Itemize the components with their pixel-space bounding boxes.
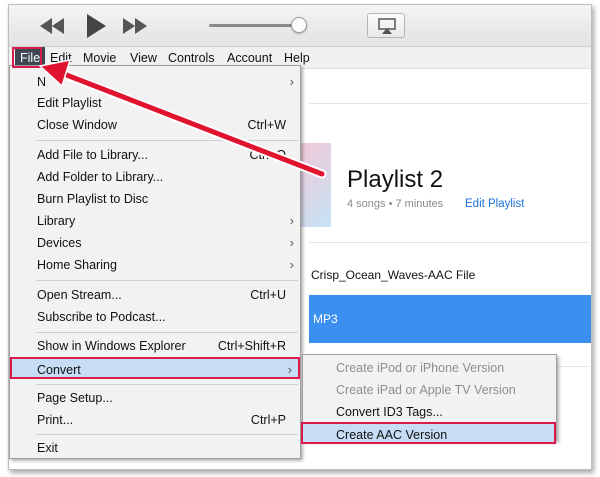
menu-item-label: Edit Playlist [37,96,102,110]
menu-item-convert[interactable]: Convert › [10,357,300,379]
airplay-icon [378,18,396,34]
fast-forward-icon[interactable] [122,18,148,34]
menu-item-library[interactable]: Library › [10,210,300,232]
menu-item-label: Devices [37,236,82,250]
menu-item-create-ipad-version: Create iPad or Apple TV Version [303,379,556,401]
menu-item-label: Subscribe to Podcast... [37,310,166,324]
menu-item-burn-playlist[interactable]: Burn Playlist to Disc [10,188,300,210]
convert-submenu: Create iPod or iPhone Version Create iPa… [301,354,557,444]
menu-item-label: Library [37,214,76,228]
file-menu-dropdown: N › Edit Playlist Close Window Ctrl+W Ad… [9,65,301,459]
airplay-button[interactable] [367,13,405,38]
chevron-right-icon: › [289,213,294,228]
menu-separator [36,280,298,281]
menu-item-subscribe-podcast[interactable]: Subscribe to Podcast... [10,306,300,328]
divider [309,242,589,243]
play-icon[interactable] [85,13,107,39]
playlist-meta: 4 songs • 7 minutes [347,198,444,210]
menu-item-page-setup[interactable]: Page Setup... [10,387,300,409]
menu-item-label: Close Window [37,118,117,132]
menu-item-shortcut: Ctrl+Shift+R [217,339,286,353]
menu-item-label: Open Stream... [37,288,122,302]
menu-item-devices[interactable]: Devices › [10,232,300,254]
menu-item-label: Home Sharing [37,258,117,272]
menu-item-label: Convert ID3 Tags... [336,405,443,419]
selected-track-label: MP3 [313,312,338,326]
menu-item-create-ipod-version: Create iPod or iPhone Version [303,357,556,379]
menu-item-label: Convert [37,363,81,377]
menu-item-exit[interactable]: Exit [10,437,300,459]
chevron-right-icon: › [287,362,292,377]
menu-separator [36,434,298,435]
menu-item-label: Add File to Library... [37,148,148,162]
rewind-icon[interactable] [39,18,65,34]
menu-item-label: Create iPad or Apple TV Version [336,383,516,397]
menu-item-shortcut: Ctrl+U [250,288,286,302]
menu-item-shortcut: Ctrl+O [249,148,286,162]
volume-slider-track[interactable] [209,24,304,27]
menu-item-label: Show in Windows Explorer [37,339,186,353]
menu-item-new[interactable]: N › [10,71,300,93]
edit-playlist-link[interactable]: Edit Playlist [465,198,524,210]
menu-item-shortcut: Ctrl+P [250,413,286,427]
chevron-right-icon: › [289,235,294,250]
menu-item-add-file[interactable]: Add File to Library... Ctrl+O [10,144,300,166]
chevron-right-icon: › [289,74,294,89]
transport-bar [9,5,591,47]
menu-item-open-stream[interactable]: Open Stream... Ctrl+U [10,284,300,306]
menu-item-close-window[interactable]: Close Window Ctrl+W [10,114,300,136]
divider [309,103,589,104]
menu-item-print[interactable]: Print... Ctrl+P [10,409,300,431]
menu-item-label: Exit [37,441,58,455]
menu-item-show-in-explorer[interactable]: Show in Windows Explorer Ctrl+Shift+R [10,335,300,357]
menu-item-shortcut: Ctrl+W [247,118,286,132]
playlist-title: Playlist 2 [347,166,444,193]
volume-slider-knob[interactable] [291,17,307,33]
menu-separator [36,384,298,385]
menu-item-label: N [37,75,47,89]
menu-item-convert-id3-tags[interactable]: Convert ID3 Tags... [303,401,556,423]
chevron-right-icon: › [289,257,294,272]
selected-track-row[interactable]: MP3 [309,295,591,343]
menu-item-label: Create AAC Version [336,428,448,442]
track-row-title[interactable]: Crisp_Ocean_Waves-AAC File [311,268,475,282]
menu-item-edit-playlist[interactable]: Edit Playlist [10,92,300,114]
menu-item-home-sharing[interactable]: Home Sharing › [10,254,300,276]
menu-item-label: Print... [37,413,74,427]
menu-item-add-folder[interactable]: Add Folder to Library... [10,166,300,188]
menu-separator [36,140,298,141]
menu-item-label: Burn Playlist to Disc [37,192,149,206]
menu-item-label: Add Folder to Library... [37,170,164,184]
menu-item-create-aac-version[interactable]: Create AAC Version [301,422,556,444]
menu-item-label: Create iPod or iPhone Version [336,361,505,375]
menu-item-label: Page Setup... [37,391,113,405]
menu-separator [36,332,298,333]
file-menu-highlight-box [12,47,42,68]
